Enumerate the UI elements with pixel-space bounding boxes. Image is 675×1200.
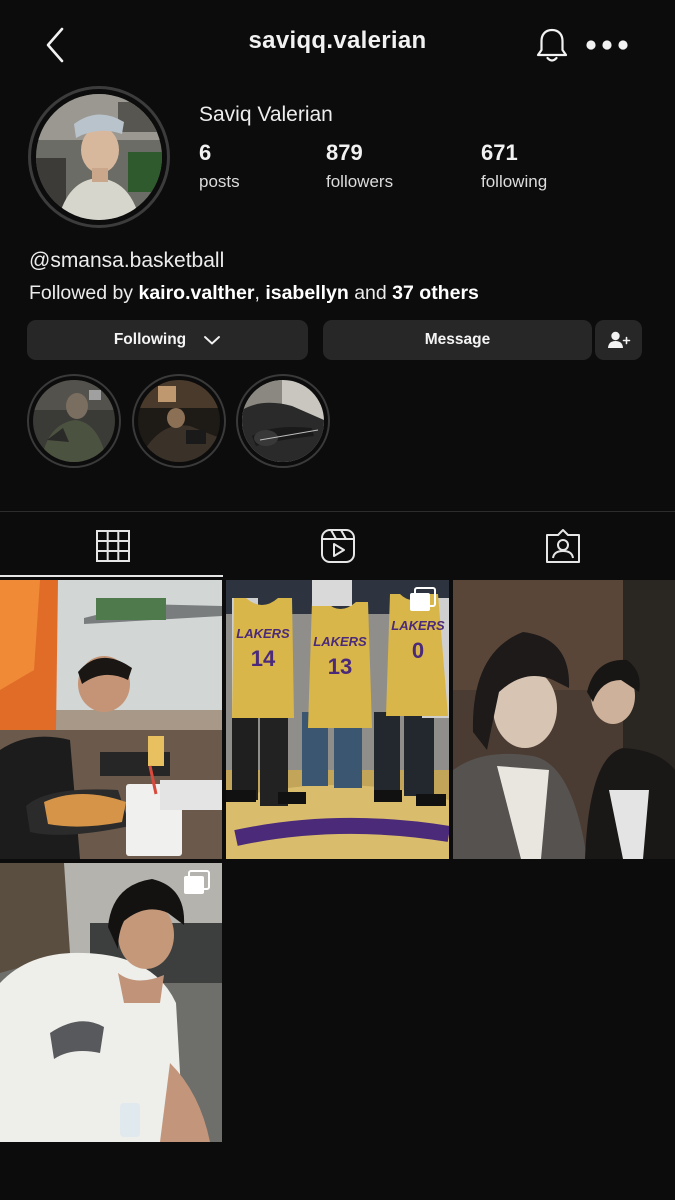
suggest-users-button[interactable]	[595, 320, 642, 360]
tab-tagged[interactable]	[450, 518, 675, 574]
posts-count: 6	[199, 140, 212, 165]
add-user-icon	[607, 331, 630, 348]
tagged-icon	[545, 529, 580, 563]
notifications-button[interactable]	[534, 26, 570, 64]
post-2[interactable]: LAKERS 14 LAKERS 13 LAKERS 0	[226, 580, 449, 859]
story-highlight-1[interactable]	[27, 374, 121, 468]
follower-link-1[interactable]: kairo.valther	[138, 282, 254, 304]
multiple-photos-icon	[410, 587, 436, 611]
profile-username-title: saviqq.valerian	[248, 27, 427, 54]
followed-by-text[interactable]: Followed by kairo.valther, isabellyn and…	[29, 282, 479, 305]
following-button[interactable]: Following	[27, 320, 308, 360]
followed-by-separator: ,	[254, 282, 260, 304]
reels-icon	[320, 529, 355, 563]
followed-by-conjunction: and	[354, 282, 387, 304]
tabs-divider	[0, 511, 675, 512]
bio-mention-link[interactable]: @smansa.basketball	[29, 249, 224, 273]
bell-icon	[536, 28, 568, 62]
message-button-label: Message	[424, 331, 491, 348]
message-button[interactable]: Message	[323, 320, 592, 360]
followed-by-prefix: Followed by	[29, 282, 134, 304]
display-name: Saviq Valerian	[199, 103, 333, 126]
post-4[interactable]	[0, 863, 222, 1142]
top-bar: saviqq.valerian	[0, 0, 675, 90]
profile-avatar[interactable]	[28, 86, 170, 228]
back-button[interactable]	[38, 24, 74, 66]
tab-posts-grid[interactable]	[0, 518, 225, 574]
grid-icon	[95, 530, 130, 562]
more-options-button[interactable]	[584, 34, 630, 56]
following-count: 671	[481, 140, 518, 165]
posts-label: posts	[199, 172, 240, 191]
post-1[interactable]	[0, 580, 222, 859]
post-3[interactable]	[453, 580, 675, 859]
stat-posts[interactable]: 6 posts	[199, 140, 240, 192]
highlight-image	[138, 380, 220, 462]
stat-following[interactable]: 671 following	[481, 140, 547, 192]
story-highlight-2[interactable]	[132, 374, 226, 468]
highlight-image	[242, 380, 324, 462]
followers-others-link[interactable]: 37 others	[392, 282, 479, 304]
multiple-photos-icon	[184, 870, 210, 894]
jersey-3-text: LAKERS	[391, 618, 445, 633]
active-tab-indicator	[0, 575, 223, 577]
followers-count: 879	[326, 140, 363, 165]
follower-link-2[interactable]: isabellyn	[265, 282, 348, 304]
followers-label: followers	[326, 172, 394, 191]
highlight-image	[33, 380, 115, 462]
jersey-2-text: LAKERS	[313, 634, 367, 649]
tab-reels[interactable]	[225, 518, 450, 574]
jersey-1-text: LAKERS	[236, 626, 290, 641]
following-button-label: Following	[113, 331, 187, 348]
more-horizontal-icon	[586, 40, 628, 50]
jersey-3-number: 0	[412, 638, 424, 663]
story-highlight-3[interactable]	[236, 374, 330, 468]
following-label: following	[481, 172, 548, 191]
chevron-down-icon	[204, 336, 221, 345]
stat-followers[interactable]: 879 followers	[326, 140, 393, 192]
chevron-left-icon	[46, 27, 64, 63]
avatar	[36, 94, 162, 220]
jersey-1-number: 14	[251, 646, 276, 671]
jersey-2-number: 13	[328, 654, 352, 679]
